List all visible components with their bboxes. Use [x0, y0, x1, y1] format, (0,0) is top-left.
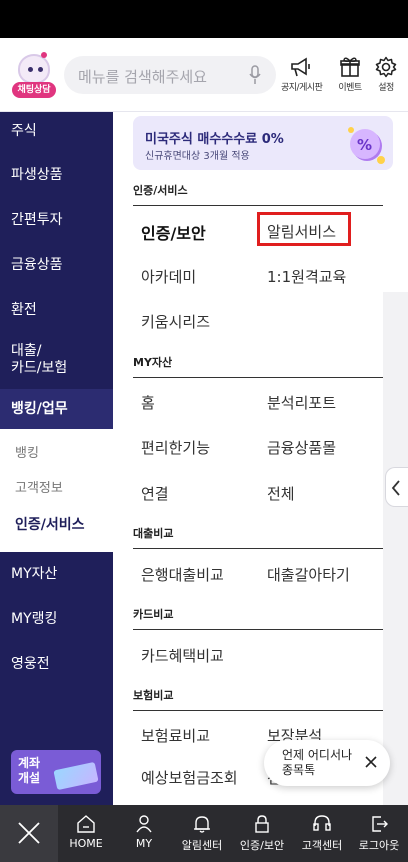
tab-label: HOME [69, 837, 103, 850]
menu-card-benefit-compare[interactable]: 카드혜택비교 [141, 645, 224, 666]
status-bar [0, 0, 408, 38]
event-label: 이벤트 [338, 83, 362, 93]
percent-coin-icon: % [348, 127, 385, 164]
search-placeholder: 메뉴를 검색해주세요 [78, 68, 207, 86]
menu-connect[interactable]: 연결 [141, 483, 169, 504]
menu-all[interactable]: 전체 [267, 483, 295, 504]
chevron-left-icon [391, 480, 400, 496]
person-icon [136, 815, 152, 833]
sidebar-item-exchange[interactable]: 환전 [0, 299, 113, 319]
tab-auth-security[interactable]: 인증/보안 [234, 805, 290, 862]
tab-label: MY [135, 837, 153, 850]
promo-banner[interactable]: 미국주식 매수수수료 0% 신규휴면대상 3개월 적용 % [133, 116, 393, 170]
gear-icon [375, 56, 397, 78]
home-icon [77, 815, 95, 833]
menu-financial-mall[interactable]: 금융상품몰 [267, 437, 336, 458]
microphone-icon[interactable] [248, 65, 262, 85]
tab-label: 인증/보안 [239, 839, 285, 852]
sidebar-item-financial-products[interactable]: 금융상품 [0, 254, 113, 274]
sidebar-subitem-customer-info[interactable]: 고객정보 [15, 477, 63, 496]
gift-icon [340, 57, 360, 77]
logout-icon [372, 816, 388, 832]
header: 채팅상담 메뉴를 검색해주세요 공지/게시판 이벤트 설정 [0, 38, 408, 112]
tab-home[interactable]: HOME [62, 805, 110, 862]
chatbot-button[interactable]: 채팅상담 [10, 52, 58, 100]
sidebar-item-loan-card-insurance[interactable]: 대출/ 카드/보험 [0, 343, 113, 377]
menu-analysis-report[interactable]: 분석리포트 [267, 392, 336, 413]
section-title-insurance-compare: 보험비교 [133, 689, 174, 702]
sidebar-item-my-assets[interactable]: MY자산 [0, 563, 113, 583]
settings-button[interactable]: 설정 [366, 52, 406, 98]
menu-loan-switch[interactable]: 대출갈아타기 [267, 564, 350, 585]
section-title-loan-compare: 대출비교 [133, 527, 174, 540]
main-content: 미국주식 매수수수료 0% 신규휴면대상 3개월 적용 % 인증/서비스 인증/… [113, 112, 408, 805]
menu-convenient-features[interactable]: 편리한기능 [141, 437, 210, 458]
close-icon [18, 822, 40, 844]
sidebar: 주식 파생상품 간편투자 금융상품 환전 대출/ 카드/보험 뱅킹/업무 뱅킹 … [0, 112, 118, 805]
sidebar-item-my-ranking[interactable]: MY랭킹 [0, 608, 113, 628]
search-input[interactable]: 메뉴를 검색해주세요 [64, 56, 276, 94]
sidebar-subitem-auth-service[interactable]: 인증/서비스 [15, 514, 85, 534]
menu-auth-security[interactable]: 인증/보안 [141, 220, 206, 244]
megaphone-icon [291, 57, 310, 77]
close-menu-button[interactable] [0, 805, 58, 862]
bell-icon [194, 816, 210, 833]
menu-academy[interactable]: 아카데미 [141, 266, 196, 287]
close-icon[interactable] [364, 755, 378, 769]
banner-title: 미국주식 매수수수료 0% [145, 132, 284, 147]
menu-home[interactable]: 홈 [141, 392, 155, 413]
sidebar-subitem-banking[interactable]: 뱅킹 [15, 442, 39, 461]
tab-customer-center[interactable]: 고객센터 [294, 805, 350, 862]
menu-bank-loan-compare[interactable]: 은행대출비교 [141, 564, 224, 585]
toast-text: 언제 어디서나 종목톡 [282, 748, 353, 777]
scroll-track [383, 292, 408, 805]
svg-text:%: % [357, 136, 372, 154]
tab-notification-center[interactable]: 알림센터 [174, 805, 230, 862]
lock-icon [255, 815, 269, 833]
tab-my[interactable]: MY [121, 805, 167, 862]
highlight-box [257, 212, 351, 246]
collapse-panel-button[interactable] [385, 467, 408, 507]
banner-subtitle: 신규휴면대상 3개월 적용 [145, 151, 250, 162]
menu-remote-education[interactable]: 1:1원격교육 [267, 266, 346, 287]
menu-expected-claim[interactable]: 예상보험금조회 [141, 767, 238, 788]
notice-board-label: 공지/게시판 [281, 83, 323, 93]
card-icon [53, 761, 99, 791]
event-button[interactable]: 이벤트 [330, 52, 370, 98]
section-divider [133, 710, 383, 711]
settings-label: 설정 [378, 83, 394, 93]
notice-board-button[interactable]: 공지/게시판 [281, 52, 323, 98]
sidebar-item-heroes[interactable]: 영웅전 [0, 653, 113, 673]
open-account-button[interactable]: 계좌 개설 [11, 750, 101, 794]
sidebar-submenu: 뱅킹 고객정보 인증/서비스 [0, 429, 118, 552]
section-title-auth: 인증/서비스 [133, 184, 188, 197]
tab-label: 알림센터 [181, 839, 223, 852]
sidebar-item-stocks[interactable]: 주식 [0, 120, 113, 140]
open-account-label: 계좌 개설 [18, 756, 41, 785]
tab-logout[interactable]: 로그아웃 [353, 805, 405, 862]
menu-insurance-premium-compare[interactable]: 보험료비교 [141, 725, 210, 746]
sidebar-item-easy-invest[interactable]: 간편투자 [0, 209, 113, 229]
sidebar-item-banking[interactable]: 뱅킹/업무 [0, 389, 113, 429]
section-divider [133, 205, 383, 206]
tab-label: 고객센터 [301, 839, 343, 852]
section-divider [133, 629, 383, 630]
section-divider [133, 548, 383, 549]
sidebar-item-derivatives[interactable]: 파생상품 [0, 164, 113, 184]
chat-toast[interactable]: 언제 어디서나 종목톡 [264, 740, 390, 786]
section-divider [133, 377, 383, 378]
section-title-my-assets: MY자산 [133, 356, 173, 369]
tab-label: 로그아웃 [358, 839, 400, 852]
section-title-card-compare: 카드비교 [133, 608, 174, 621]
robot-icon [18, 52, 50, 84]
headset-icon [313, 815, 331, 831]
bottom-tab-bar: HOME MY 알림센터 인증/보안 고객센터 로그아웃 [0, 805, 408, 862]
chatbot-label: 채팅상담 [12, 82, 56, 98]
menu-kiwoom-series[interactable]: 키움시리즈 [141, 311, 210, 332]
